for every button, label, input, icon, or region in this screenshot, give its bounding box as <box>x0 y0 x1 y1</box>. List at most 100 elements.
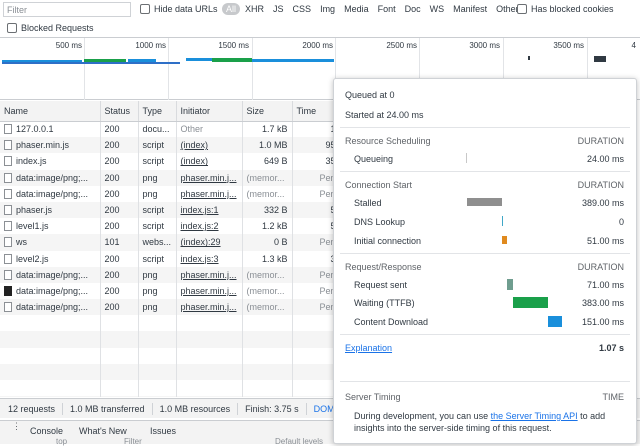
console-filter[interactable]: Filter <box>124 437 142 446</box>
request-size: (memor... <box>242 185 293 202</box>
table-row[interactable]: data:image/png;... 200 png phaser.min.j.… <box>0 266 338 283</box>
request-size: (memor... <box>242 282 293 300</box>
content-download-bar <box>548 316 562 327</box>
divider <box>340 253 630 254</box>
request-type: webs... <box>138 234 177 251</box>
script-file-icon <box>4 205 12 216</box>
script-file-icon <box>4 156 12 167</box>
table-row[interactable]: data:image/png;... 200 png phaser.min.j.… <box>0 282 338 300</box>
table-row[interactable]: data:image/png;... 200 png phaser.min.j.… <box>0 299 338 316</box>
initiator-link[interactable]: phaser.min.j... <box>176 169 243 186</box>
request-time: Pen <box>292 185 338 202</box>
blocked-requests-label: Blocked Requests <box>21 23 94 33</box>
type-filter-media[interactable]: Media <box>340 3 373 15</box>
hide-data-urls-checkbox[interactable]: Hide data URLs <box>140 4 218 14</box>
request-status: 200 <box>100 299 139 316</box>
table-row[interactable]: level1.js 200 script index.js:2 1.2 kB 5 <box>0 218 338 235</box>
grid-line <box>168 38 169 100</box>
request-time: 1 <box>292 121 338 138</box>
checkbox-box[interactable] <box>140 4 150 14</box>
initiator-link[interactable]: phaser.min.j... <box>176 185 243 202</box>
request-status: 200 <box>100 266 139 283</box>
request-size: 0 B <box>242 234 293 251</box>
tick-label: 2000 ms <box>302 41 333 50</box>
request-size: 1.3 kB <box>242 250 293 267</box>
initiator-link[interactable]: (index) <box>176 153 243 170</box>
tick-label: 3500 ms <box>553 41 584 50</box>
table-row[interactable]: ws 101 webs... (index):29 0 B Pen <box>0 234 338 251</box>
request-time: 5 <box>292 201 338 219</box>
table-row[interactable]: index.js 200 script (index) 649 B 35 <box>0 153 338 170</box>
total-duration: 1.07 s <box>598 343 624 353</box>
checkbox-box[interactable] <box>7 23 17 33</box>
initiator-link[interactable]: (index) <box>176 137 243 154</box>
hide-data-urls-label: Hide data URLs <box>154 4 218 14</box>
server-timing-heading: Server Timing <box>345 392 401 402</box>
table-row[interactable]: data:image/png;... 200 png phaser.min.j.… <box>0 169 338 186</box>
type-filter-font[interactable]: Font <box>374 3 400 15</box>
content-download-value: 151.00 ms <box>581 317 624 327</box>
duration-heading: DURATION <box>577 180 624 190</box>
column-header-name[interactable]: Name <box>0 101 101 122</box>
duration-heading: DURATION <box>577 262 624 272</box>
divider <box>305 402 307 415</box>
tab-issues[interactable]: Issues <box>150 426 176 436</box>
image-file-icon <box>4 269 12 280</box>
column-header-initiator[interactable]: Initiator <box>176 101 243 122</box>
type-filter-js[interactable]: JS <box>269 3 288 15</box>
waiting-ttfb-bar <box>513 297 548 308</box>
overview-bar <box>212 58 252 62</box>
table-row[interactable]: data:image/png;... 200 png phaser.min.j.… <box>0 185 338 202</box>
context-selector[interactable]: top <box>56 437 67 446</box>
resources-size: 1.0 MB resources <box>159 403 231 414</box>
overview-bar <box>2 62 180 64</box>
initiator-link[interactable]: index.js:1 <box>176 201 243 219</box>
image-file-icon <box>4 302 12 313</box>
column-header-status[interactable]: Status <box>100 101 139 122</box>
table-row[interactable]: phaser.min.js 200 script (index) 1.0 MB … <box>0 137 338 154</box>
waiting-ttfb-value: 383.00 ms <box>581 298 624 308</box>
column-header-time[interactable]: Time <box>292 101 338 122</box>
column-header-size[interactable]: Size <box>242 101 293 122</box>
request-type: png <box>138 282 177 300</box>
request-time: 5 <box>292 218 338 235</box>
type-filter-img[interactable]: Img <box>316 3 339 15</box>
filter-input[interactable] <box>3 2 131 17</box>
requests-table: Name Status Type Initiator Size Time 127… <box>0 101 338 397</box>
initiator-link[interactable]: index.js:2 <box>176 218 243 235</box>
server-timing-api-link[interactable]: the Server Timing API <box>491 411 578 421</box>
column-header-type[interactable]: Type <box>138 101 177 122</box>
checkbox-box[interactable] <box>517 4 527 14</box>
table-row[interactable]: phaser.js 200 script index.js:1 332 B 5 <box>0 201 338 219</box>
type-filter-css[interactable]: CSS <box>289 3 316 15</box>
request-size: 649 B <box>242 153 293 170</box>
type-filter-all[interactable]: All <box>222 3 241 15</box>
initiator-link[interactable]: phaser.min.j... <box>176 266 243 283</box>
type-filter-manifest[interactable]: Manifest <box>449 3 491 15</box>
initiator-link[interactable]: phaser.min.j... <box>176 282 243 300</box>
initial-connection-bar <box>502 236 507 244</box>
tick-label: 1500 ms <box>218 41 249 50</box>
request-size: (memor... <box>242 266 293 283</box>
type-filter-xhr[interactable]: XHR <box>241 3 268 15</box>
log-levels-dropdown[interactable]: Default levels <box>275 437 323 446</box>
initiator-link[interactable]: phaser.min.j... <box>176 299 243 316</box>
request-status: 200 <box>100 201 139 219</box>
table-row[interactable]: level2.js 200 script index.js:3 1.3 kB 3 <box>0 250 338 267</box>
initiator-link[interactable]: index.js:3 <box>176 250 243 267</box>
request-name: data:image/png;... <box>16 285 89 296</box>
initiator-link[interactable]: (index):29 <box>176 234 243 251</box>
more-options-icon[interactable]: ⋮ <box>12 422 21 431</box>
has-blocked-cookies-checkbox[interactable]: Has blocked cookies <box>517 4 614 14</box>
tab-console[interactable]: Console <box>30 426 63 436</box>
type-filter-doc[interactable]: Doc <box>401 3 425 15</box>
grid-line <box>252 38 253 100</box>
request-name: level2.js <box>16 253 49 264</box>
request-time: Pen <box>292 266 338 283</box>
table-row[interactable]: 127.0.0.1 200 docu... Other 1.7 kB 1 <box>0 121 338 138</box>
dom-content-loaded: DOM <box>313 403 335 414</box>
explanation-link[interactable]: Explanation <box>345 343 392 353</box>
blocked-requests-checkbox[interactable]: Blocked Requests <box>7 23 94 33</box>
tab-whats-new[interactable]: What's New <box>79 426 127 436</box>
type-filter-ws[interactable]: WS <box>426 3 449 15</box>
